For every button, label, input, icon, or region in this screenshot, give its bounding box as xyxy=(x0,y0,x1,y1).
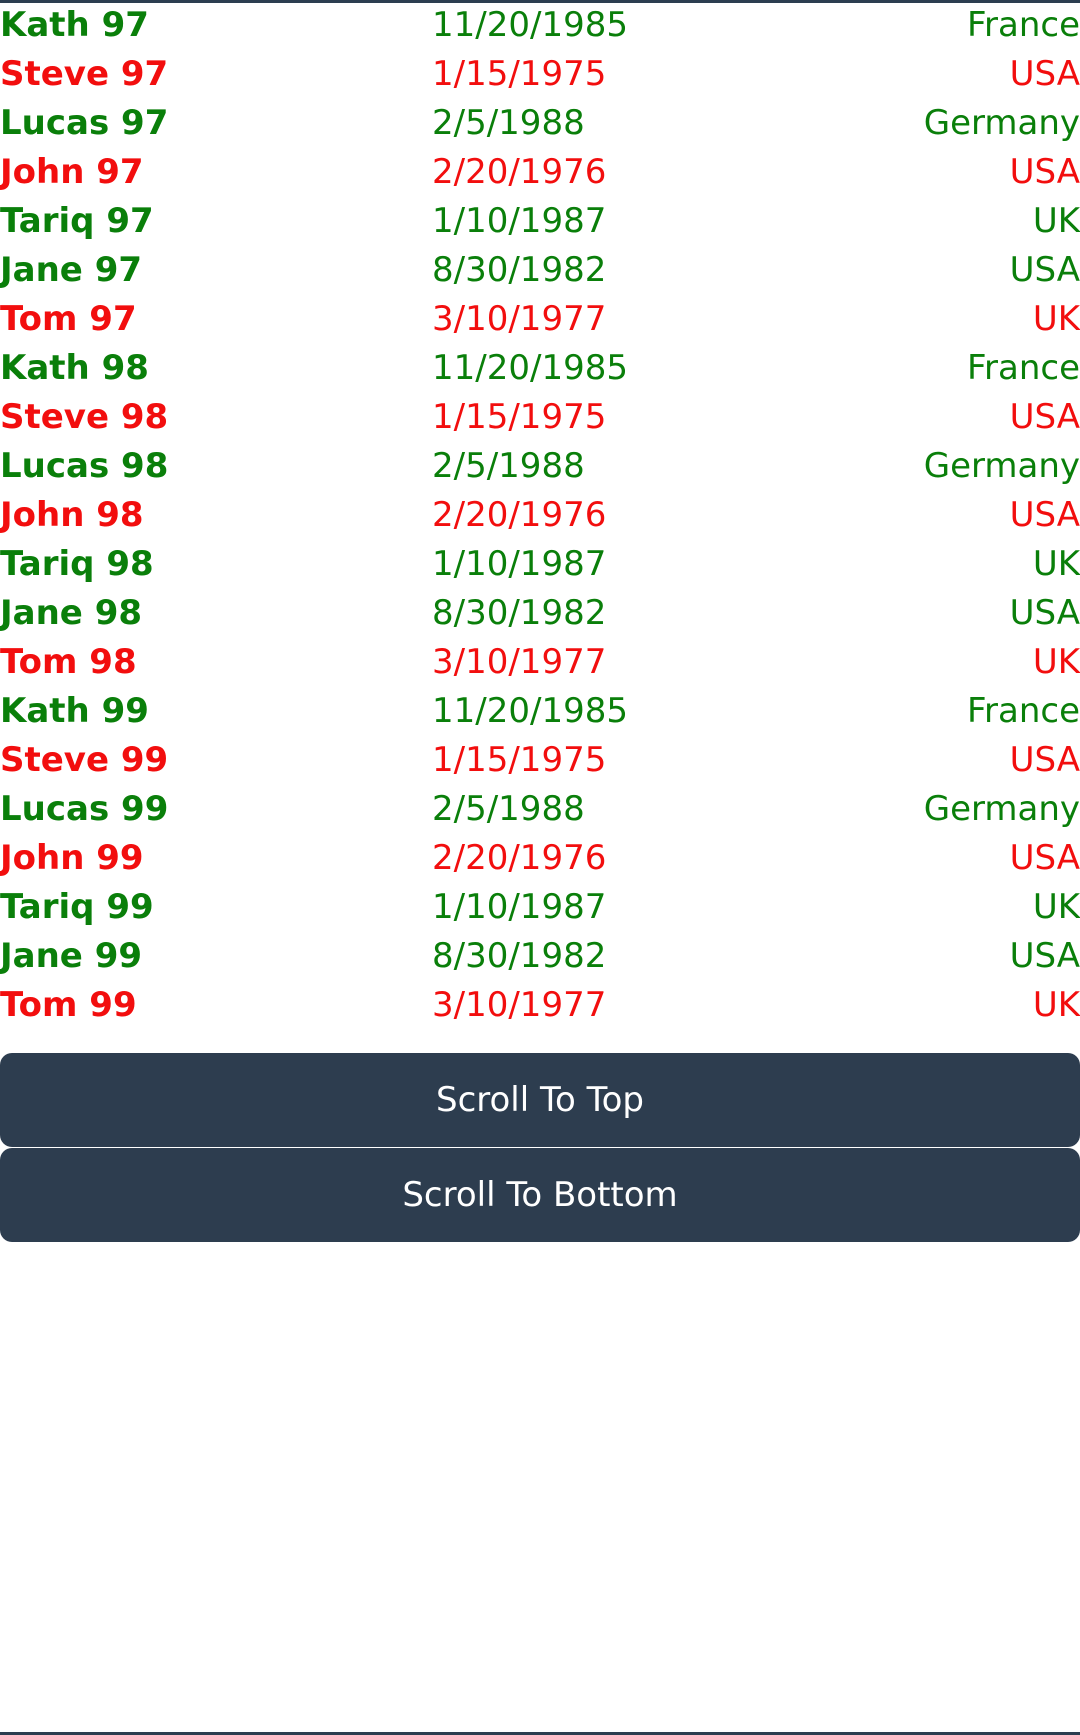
birth-date: 3/10/1977 xyxy=(432,299,607,339)
country: USA xyxy=(1009,152,1080,192)
birth-date: 11/20/1985 xyxy=(432,5,628,45)
birth-date: 1/10/1987 xyxy=(432,887,607,927)
scroll-to-bottom-button[interactable]: Scroll To Bottom xyxy=(0,1148,1080,1242)
list-item[interactable]: Steve 98 1/15/1975 USA xyxy=(0,393,1080,442)
country: UK xyxy=(1032,887,1080,927)
person-name: Tariq 99 xyxy=(0,887,154,927)
birth-date: 2/20/1976 xyxy=(432,495,607,535)
country: France xyxy=(966,348,1080,388)
person-name: John 98 xyxy=(0,495,144,535)
person-name: Tom 99 xyxy=(0,985,137,1025)
country: USA xyxy=(1009,740,1080,780)
birth-date: 8/30/1982 xyxy=(432,250,607,290)
list-item[interactable]: John 98 2/20/1976 USA xyxy=(0,491,1080,540)
person-name: John 99 xyxy=(0,838,144,878)
list-item[interactable]: Tom 97 3/10/1977 UK xyxy=(0,295,1080,344)
country: USA xyxy=(1009,495,1080,535)
list-item[interactable]: Tom 98 3/10/1977 UK xyxy=(0,638,1080,687)
scroll-to-top-button[interactable]: Scroll To Top xyxy=(0,1053,1080,1147)
country: Germany xyxy=(923,103,1080,143)
list-item[interactable]: Lucas 99 2/5/1988 Germany xyxy=(0,785,1080,834)
country: USA xyxy=(1009,936,1080,976)
person-name: Jane 97 xyxy=(0,250,143,290)
people-list[interactable]: Tom 963/10/1977UKKath 9711/20/1985France… xyxy=(0,0,1080,1053)
list-item[interactable]: Tariq 98 1/10/1987 UK xyxy=(0,540,1080,589)
list-item[interactable]: Jane 98 8/30/1982 USA xyxy=(0,589,1080,638)
country: UK xyxy=(1032,642,1080,682)
country: USA xyxy=(1009,593,1080,633)
list-item[interactable]: Steve 97 1/15/1975 USA xyxy=(0,50,1080,99)
birth-date: 2/20/1976 xyxy=(432,152,607,192)
birth-date: 1/10/1987 xyxy=(432,201,607,241)
person-name: Jane 99 xyxy=(0,936,143,976)
birth-date: 1/15/1975 xyxy=(432,397,607,437)
list-item[interactable]: Tariq 97 1/10/1987 UK xyxy=(0,197,1080,246)
country: Germany xyxy=(923,789,1080,829)
country: UK xyxy=(1032,985,1080,1025)
person-name: Steve 97 xyxy=(0,54,169,94)
list-item[interactable]: Lucas 97 2/5/1988 Germany xyxy=(0,99,1080,148)
person-name: Tom 98 xyxy=(0,642,137,682)
birth-date: 8/30/1982 xyxy=(432,593,607,633)
person-name: Tom 97 xyxy=(0,299,137,339)
list-item[interactable]: Tom 99 3/10/1977 UK xyxy=(0,981,1080,1030)
list-item[interactable]: Jane 97 8/30/1982 USA xyxy=(0,246,1080,295)
birth-date: 2/20/1976 xyxy=(432,838,607,878)
person-name: Kath 98 xyxy=(0,348,149,388)
people-list-content: Tom 963/10/1977UKKath 9711/20/1985France… xyxy=(0,0,1080,1030)
birth-date: 1/15/1975 xyxy=(432,740,607,780)
list-item[interactable]: Tariq 99 1/10/1987 UK xyxy=(0,883,1080,932)
list-item[interactable]: Kath 98 11/20/1985 France xyxy=(0,344,1080,393)
birth-date: 2/5/1988 xyxy=(432,103,585,143)
person-name: Lucas 98 xyxy=(0,446,169,486)
list-item[interactable]: John 99 2/20/1976 USA xyxy=(0,834,1080,883)
list-item[interactable]: Kath 99 11/20/1985 France xyxy=(0,687,1080,736)
birth-date: 1/15/1975 xyxy=(432,54,607,94)
list-item[interactable]: Kath 97 11/20/1985 France xyxy=(0,1,1080,50)
person-name: Tariq 98 xyxy=(0,544,154,584)
country: USA xyxy=(1009,250,1080,290)
list-item[interactable]: Lucas 98 2/5/1988 Germany xyxy=(0,442,1080,491)
person-name: John 97 xyxy=(0,152,144,192)
country: USA xyxy=(1009,54,1080,94)
country: UK xyxy=(1032,299,1080,339)
birth-date: 11/20/1985 xyxy=(432,348,628,388)
country: UK xyxy=(1032,544,1080,584)
country: UK xyxy=(1032,201,1080,241)
person-name: Lucas 99 xyxy=(0,789,169,829)
list-item[interactable]: Steve 99 1/15/1975 USA xyxy=(0,736,1080,785)
country: USA xyxy=(1009,397,1080,437)
list-item[interactable]: John 97 2/20/1976 USA xyxy=(0,148,1080,197)
birth-date: 2/5/1988 xyxy=(432,446,585,486)
birth-date: 3/10/1977 xyxy=(432,985,607,1025)
person-name: Steve 99 xyxy=(0,740,169,780)
app-screen: Tom 963/10/1977UKKath 9711/20/1985France… xyxy=(0,0,1080,1735)
list-item[interactable]: Jane 99 8/30/1982 USA xyxy=(0,932,1080,981)
birth-date: 11/20/1985 xyxy=(432,691,628,731)
top-edge-bar xyxy=(0,0,1080,3)
person-name: Lucas 97 xyxy=(0,103,169,143)
birth-date: 3/10/1977 xyxy=(432,642,607,682)
person-name: Kath 99 xyxy=(0,691,149,731)
country: Germany xyxy=(923,446,1080,486)
person-name: Tariq 97 xyxy=(0,201,154,241)
person-name: Jane 98 xyxy=(0,593,143,633)
country: France xyxy=(966,5,1080,45)
person-name: Steve 98 xyxy=(0,397,169,437)
birth-date: 2/5/1988 xyxy=(432,789,585,829)
country: USA xyxy=(1009,838,1080,878)
country: France xyxy=(966,691,1080,731)
birth-date: 8/30/1982 xyxy=(432,936,607,976)
birth-date: 1/10/1987 xyxy=(432,544,607,584)
person-name: Kath 97 xyxy=(0,5,149,45)
